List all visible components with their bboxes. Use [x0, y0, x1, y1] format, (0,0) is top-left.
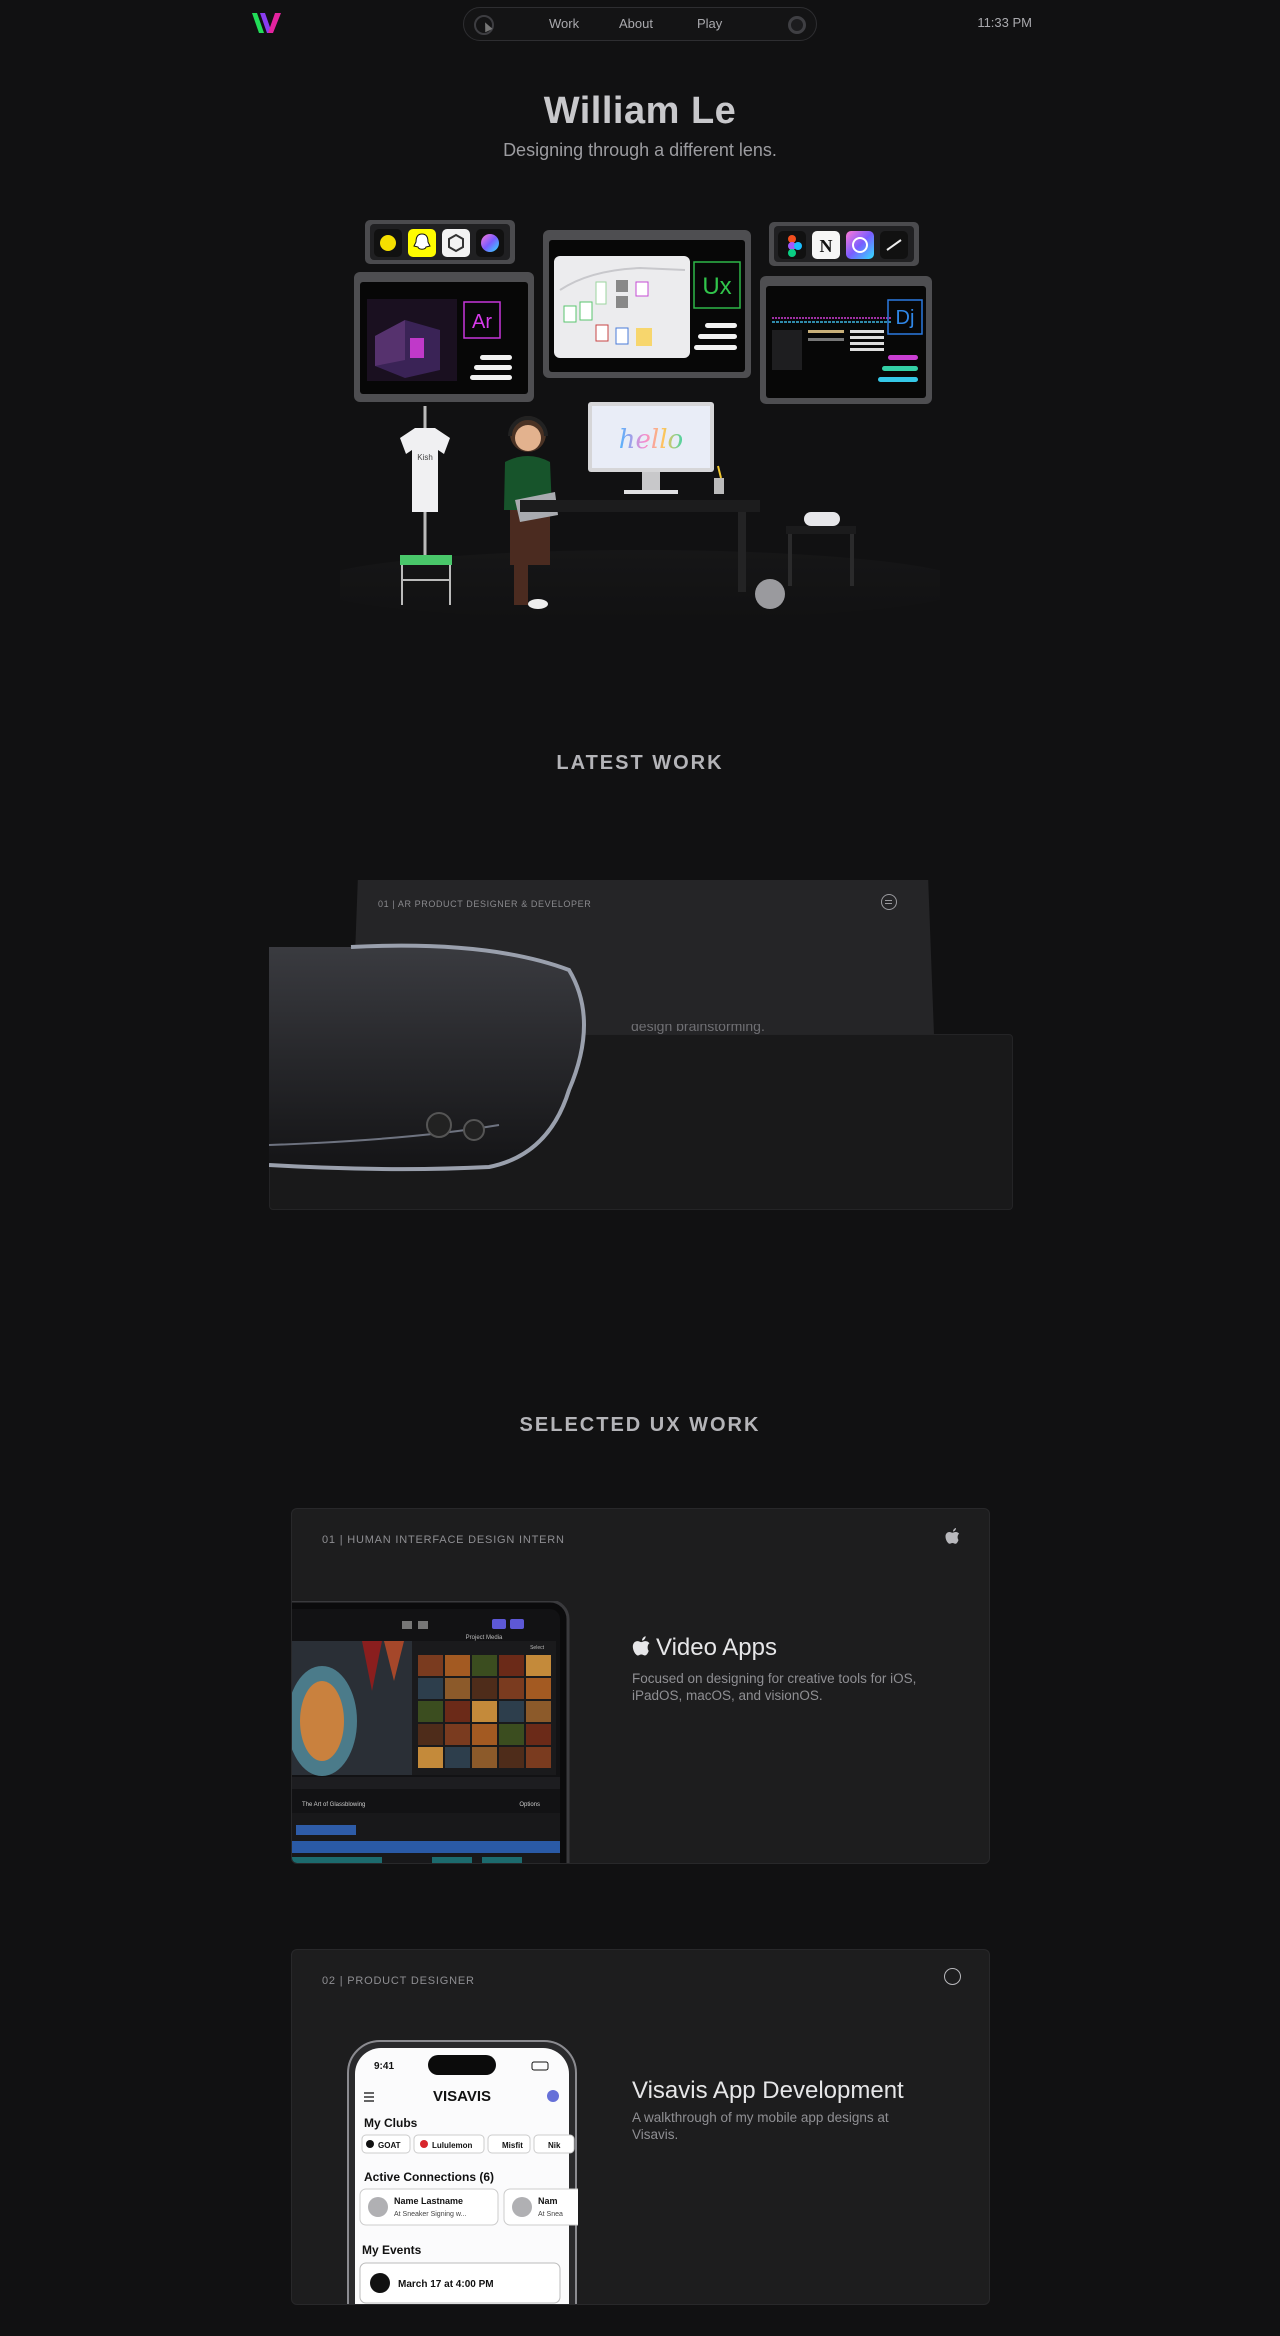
company-logo-icon [881, 894, 897, 910]
svg-text:Lululemon: Lululemon [432, 2141, 473, 2150]
svg-text:Select: Select [530, 1645, 545, 1651]
svg-text:Project Media: Project Media [466, 1635, 503, 1641]
svg-text:My Events: My Events [362, 2243, 422, 2257]
svg-text:My Clubs: My Clubs [364, 2116, 418, 2130]
hero-tagline: Designing through a different lens. [503, 140, 777, 160]
svg-text:9:41: 9:41 [374, 2061, 394, 2072]
shirt-text: Kish [417, 453, 433, 462]
visavis-logo-icon [944, 1968, 961, 1985]
project-card-title: Visavis App Development [632, 2077, 904, 2104]
iphone-visavis-mockup: 9:41 VISAVIS My Clubs GOAT Lululemon Mis… [347, 2040, 578, 2304]
project-card-title: Video Apps [632, 1634, 777, 1662]
hero-name: William Le [543, 90, 737, 132]
svg-text:Name Lastname: Name Lastname [394, 2196, 463, 2206]
svg-text:Active Connections (6): Active Connections (6) [364, 2170, 494, 2184]
svg-text:VISAVIS: VISAVIS [433, 2088, 491, 2105]
project-card-label: 02 | PRODUCT DESIGNER [322, 1975, 475, 1987]
nav-link-play[interactable]: Play [697, 16, 722, 31]
svg-text:At Sneaker Signing w...: At Sneaker Signing w... [394, 2211, 466, 2218]
apple-logo-icon [945, 1528, 960, 1544]
latest-work-card-text: design brainstorming. [631, 1024, 765, 1034]
workspace-illustration: Ar Ux N Dj Kish hello [340, 220, 940, 620]
top-navbar: Work About Play [463, 7, 817, 41]
ar-panel-tag: Ar [472, 311, 492, 333]
logo-icon[interactable] [250, 10, 284, 36]
theme-toggle-icon[interactable] [788, 16, 806, 34]
svg-text:Misfit: Misfit [502, 2141, 523, 2150]
vision-pro-headset-image [269, 943, 586, 1172]
clock: 11:33 PM [977, 15, 1032, 30]
app-tray-left [365, 220, 515, 264]
svg-text:March 17 at 4:00 PM: March 17 at 4:00 PM [398, 2279, 494, 2290]
app-tray-right: N [769, 222, 919, 266]
svg-text:At Snea: At Snea [538, 2211, 563, 2218]
ux-panel: Ux [543, 230, 751, 378]
project-card-label: 01 | HUMAN INTERFACE DESIGN INTERN [322, 1534, 565, 1546]
ipad-final-cut-mockup: Project Media Select The Art of Glassblo… [292, 1601, 570, 1863]
svg-text:N: N [820, 236, 833, 256]
svg-text:GOAT: GOAT [378, 2141, 401, 2150]
svg-text:Nik: Nik [548, 2141, 561, 2150]
svg-text:Options: Options [519, 1802, 540, 1808]
project-card-video-apps[interactable]: 01 | HUMAN INTERFACE DESIGN INTERN Proje… [291, 1508, 990, 1864]
dj-panel: Dj [760, 276, 932, 404]
nav-link-about[interactable]: About [619, 16, 653, 31]
svg-text:The Art of Glassblowing: The Art of Glassblowing [302, 1802, 365, 1808]
project-card-visavis[interactable]: 02 | PRODUCT DESIGNER 9:41 VISAVIS My Cl… [291, 1949, 990, 2305]
ux-panel-tag: Ux [702, 273, 731, 300]
project-card-description: Focused on designing for creative tools … [632, 1671, 917, 1703]
monitor-hello-text: hello [619, 425, 683, 455]
ar-panel: Ar [354, 272, 534, 402]
apple-logo-icon [632, 1636, 650, 1656]
project-card-description: A walkthrough of my mobile app designs a… [632, 2110, 889, 2142]
latest-work-heading: LATEST WORK [556, 752, 724, 774]
nav-link-work[interactable]: Work [549, 16, 579, 31]
selected-ux-heading: SELECTED UX WORK [519, 1414, 761, 1436]
cursor-icon[interactable] [474, 15, 494, 35]
svg-text:Nam: Nam [538, 2196, 558, 2206]
dj-panel-tag: Dj [896, 307, 915, 329]
latest-work-card-label: 01 | AR PRODUCT DESIGNER & DEVELOPER [378, 899, 592, 909]
